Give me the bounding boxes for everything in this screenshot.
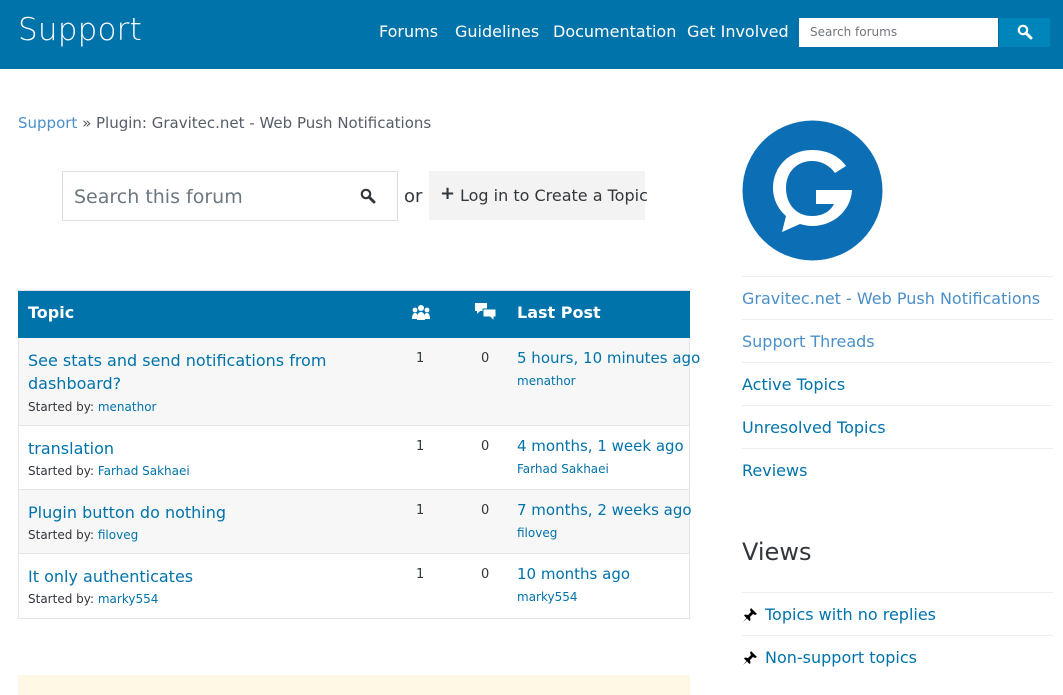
replies-count: 0 (481, 439, 490, 454)
last-post-link[interactable]: 5 hours, 10 minutes ago (517, 349, 700, 367)
sidebar-item-label: Gravitec.net - Web Push Notifications (742, 289, 1041, 308)
table-row: See stats and send notifications from da… (19, 338, 700, 426)
last-post-author-link[interactable]: filoveg (517, 526, 557, 540)
nav-guidelines[interactable]: Guidelines (455, 22, 539, 41)
pin-icon (743, 651, 757, 665)
last-post-link[interactable]: 7 months, 2 weeks ago (517, 501, 692, 519)
table-row: Plugin button do nothing Started by: fil… (19, 490, 692, 554)
voices-count: 1 (416, 439, 425, 454)
login-create-topic-label: Log in to Create a Topic (460, 186, 648, 205)
topic-title-link[interactable]: translation (28, 437, 328, 460)
or-label: or (404, 186, 423, 207)
started-by: Started by: marky554 (28, 592, 158, 606)
table-row: It only authenticates Started by: marky5… (19, 554, 689, 618)
topic-author-link[interactable]: marky554 (98, 592, 159, 606)
replies-count: 0 (481, 351, 490, 366)
sidebar-links: Gravitec.net - Web Push Notifications Su… (742, 276, 1053, 491)
topic-title-link[interactable]: Plugin button do nothing (28, 501, 328, 524)
speech-bubbles-icon (475, 303, 497, 323)
started-by-label: Started by: (28, 400, 95, 414)
topic-author-link[interactable]: Farhad Sakhaei (98, 464, 190, 478)
topic-title-link[interactable]: See stats and send notifications from da… (28, 349, 328, 395)
voices-count: 1 (416, 503, 425, 518)
voices-count: 1 (416, 567, 425, 582)
started-by: Started by: menathor (28, 400, 156, 414)
sidebar-item-support-threads[interactable]: Support Threads (742, 319, 1053, 362)
breadcrumb-current: Plugin: Gravitec.net - Web Push Notifica… (96, 114, 432, 132)
breadcrumb-support[interactable]: Support (18, 114, 77, 132)
notice-box (18, 675, 690, 695)
last-post-author-link[interactable]: Farhad Sakhaei (517, 462, 609, 476)
forum-search-input[interactable]: Search this forum (62, 171, 398, 221)
last-post-author-link[interactable]: menathor (517, 374, 576, 388)
breadcrumb-separator: » (77, 114, 97, 132)
views-links: Topics with no replies Non-support topic… (742, 592, 1053, 678)
forum-search-placeholder: Search this forum (74, 186, 243, 208)
last-post-author-link[interactable]: marky554 (517, 590, 578, 604)
view-item-label: Topics with no replies (765, 605, 937, 624)
header-search-placeholder: Search forums (810, 25, 898, 39)
search-icon (1017, 24, 1033, 40)
sidebar-item-reviews[interactable]: Reviews (742, 448, 1053, 491)
started-by: Started by: Farhad Sakhaei (28, 464, 190, 478)
replies-count: 0 (481, 503, 490, 518)
started-by-label: Started by: (28, 528, 95, 542)
replies-count: 0 (481, 567, 490, 582)
sidebar-item-label: Reviews (742, 461, 808, 480)
header-search-input[interactable]: Search forums (799, 18, 998, 47)
started-by-label: Started by: (28, 592, 95, 606)
sidebar-item-unresolved-topics[interactable]: Unresolved Topics (742, 405, 1053, 448)
table-header: Topic Last Post (18, 291, 690, 338)
view-item-label: Non-support topics (765, 648, 917, 667)
last-post-link[interactable]: 10 months ago (517, 565, 630, 583)
voices-count: 1 (416, 351, 425, 366)
sidebar-item-active-topics[interactable]: Active Topics (742, 362, 1053, 405)
started-by: Started by: filoveg (28, 528, 138, 542)
top-header: Support Forums Guidelines Documentation … (0, 0, 1063, 69)
gravitec-logo-icon (742, 120, 883, 261)
column-last-post: Last Post (517, 303, 601, 322)
site-brand[interactable]: Support (18, 12, 142, 48)
breadcrumb: Support » Plugin: Gravitec.net - Web Pus… (18, 114, 431, 132)
topics-table: Topic Last Post See stats and send notif… (18, 290, 700, 619)
sidebar-item-plugin[interactable]: Gravitec.net - Web Push Notifications (742, 276, 1053, 319)
pin-icon (743, 608, 757, 622)
topic-author-link[interactable]: filoveg (98, 528, 138, 542)
sidebar-item-label: Support Threads (742, 332, 875, 351)
topic-title-link[interactable]: It only authenticates (28, 565, 328, 588)
nav-documentation[interactable]: Documentation (553, 22, 676, 41)
topic-author-link[interactable]: menathor (98, 400, 157, 414)
people-icon (412, 305, 430, 320)
view-item-non-support[interactable]: Non-support topics (742, 635, 1053, 678)
view-item-no-replies[interactable]: Topics with no replies (742, 592, 1053, 635)
search-icon[interactable] (360, 188, 376, 204)
header-search-button[interactable] (998, 18, 1050, 47)
plus-icon: + (440, 183, 456, 204)
nav-get-involved[interactable]: Get Involved (687, 22, 789, 41)
sidebar-item-label: Active Topics (742, 375, 846, 394)
started-by-label: Started by: (28, 464, 95, 478)
login-create-topic-button[interactable]: + Log in to Create a Topic (429, 171, 648, 220)
views-heading: Views (742, 538, 812, 566)
last-post-link[interactable]: 4 months, 1 week ago (517, 437, 684, 455)
column-topic: Topic (28, 303, 75, 322)
sidebar-item-label: Unresolved Topics (742, 418, 886, 437)
table-row: translation Started by: Farhad Sakhaei 1… (19, 426, 689, 490)
nav-forums[interactable]: Forums (379, 22, 438, 41)
